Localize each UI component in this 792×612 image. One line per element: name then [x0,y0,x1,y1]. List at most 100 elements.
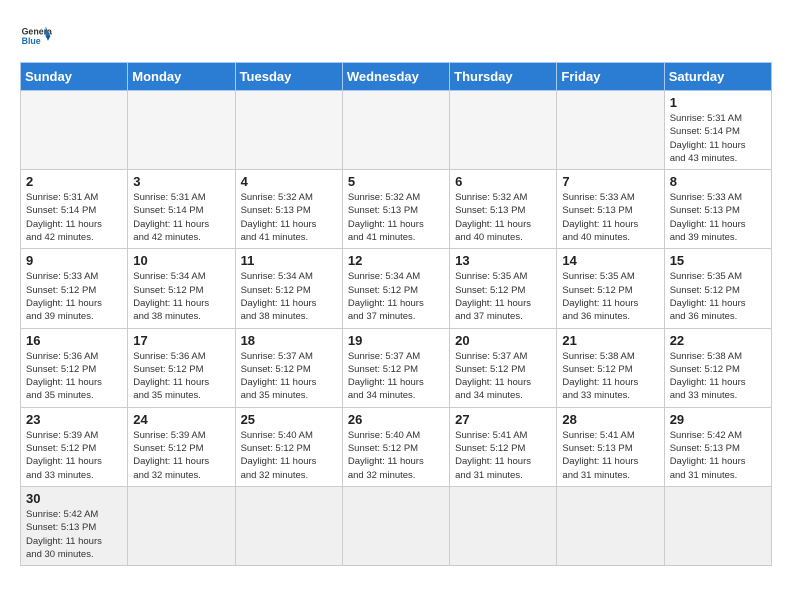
calendar-cell: 8Sunrise: 5:33 AM Sunset: 5:13 PM Daylig… [664,170,771,249]
weekday-header-sunday: Sunday [21,63,128,91]
day-info: Sunrise: 5:33 AM Sunset: 5:13 PM Dayligh… [562,191,658,244]
calendar-cell: 29Sunrise: 5:42 AM Sunset: 5:13 PM Dayli… [664,407,771,486]
day-number: 4 [241,174,337,189]
day-number: 13 [455,253,551,268]
day-number: 17 [133,333,229,348]
day-info: Sunrise: 5:31 AM Sunset: 5:14 PM Dayligh… [670,112,766,165]
day-info: Sunrise: 5:35 AM Sunset: 5:12 PM Dayligh… [670,270,766,323]
day-number: 30 [26,491,122,506]
logo-icon: General Blue [20,20,52,52]
calendar-cell: 2 Sunrise: 5:31 AM Sunset: 5:14 PM Daylig… [21,170,128,249]
calendar-cell [450,91,557,170]
day-info: Sunrise: 5:32 AM Sunset: 5:13 PM Dayligh… [455,191,551,244]
day-number: 1 [670,95,766,110]
day-info: Sunrise: 5:38 AM Sunset: 5:12 PM Dayligh… [562,350,658,403]
calendar-cell [557,91,664,170]
day-number: 5 [348,174,444,189]
day-number: 11 [241,253,337,268]
logo: General Blue [20,20,52,52]
day-info: Sunrise: 5:33 AM Sunset: 5:13 PM Dayligh… [670,191,766,244]
day-number: 21 [562,333,658,348]
calendar-table: SundayMondayTuesdayWednesdayThursdayFrid… [20,62,772,566]
calendar-cell: 1 Sunrise: 5:31 AM Sunset: 5:14 PM Daylig… [664,91,771,170]
day-info: Sunrise: 5:40 AM Sunset: 5:12 PM Dayligh… [241,429,337,482]
day-info: Sunrise: 5:31 AM Sunset: 5:14 PM Dayligh… [133,191,229,244]
calendar-cell [342,486,449,565]
day-info: Sunrise: 5:40 AM Sunset: 5:12 PM Dayligh… [348,429,444,482]
calendar-cell: 24 Sunrise: 5:39 AM Sunset: 5:12 PM Dayli… [128,407,235,486]
calendar-cell: 7 Sunrise: 5:33 AM Sunset: 5:13 PM Daylig… [557,170,664,249]
calendar-cell: 22Sunrise: 5:38 AM Sunset: 5:12 PM Dayli… [664,328,771,407]
day-number: 10 [133,253,229,268]
day-number: 19 [348,333,444,348]
calendar-cell [450,486,557,565]
calendar-cell: 21 Sunrise: 5:38 AM Sunset: 5:12 PM Dayli… [557,328,664,407]
day-info: Sunrise: 5:33 AM Sunset: 5:12 PM Dayligh… [26,270,122,323]
day-info: Sunrise: 5:39 AM Sunset: 5:12 PM Dayligh… [133,429,229,482]
day-number: 15 [670,253,766,268]
day-info: Sunrise: 5:36 AM Sunset: 5:12 PM Dayligh… [26,350,122,403]
calendar-cell: 6 Sunrise: 5:32 AM Sunset: 5:13 PM Daylig… [450,170,557,249]
day-info: Sunrise: 5:36 AM Sunset: 5:12 PM Dayligh… [133,350,229,403]
day-number: 16 [26,333,122,348]
day-info: Sunrise: 5:35 AM Sunset: 5:12 PM Dayligh… [562,270,658,323]
calendar-cell: 16 Sunrise: 5:36 AM Sunset: 5:12 PM Dayli… [21,328,128,407]
day-info: Sunrise: 5:34 AM Sunset: 5:12 PM Dayligh… [348,270,444,323]
day-number: 7 [562,174,658,189]
day-number: 26 [348,412,444,427]
calendar-cell: 13 Sunrise: 5:35 AM Sunset: 5:12 PM Dayli… [450,249,557,328]
weekday-header-monday: Monday [128,63,235,91]
svg-text:Blue: Blue [22,36,41,46]
day-number: 29 [670,412,766,427]
day-number: 28 [562,412,658,427]
calendar-cell: 12 Sunrise: 5:34 AM Sunset: 5:12 PM Dayli… [342,249,449,328]
calendar-cell [128,91,235,170]
calendar-cell: 9 Sunrise: 5:33 AM Sunset: 5:12 PM Daylig… [21,249,128,328]
calendar-cell: 17 Sunrise: 5:36 AM Sunset: 5:12 PM Dayli… [128,328,235,407]
day-number: 14 [562,253,658,268]
day-info: Sunrise: 5:39 AM Sunset: 5:12 PM Dayligh… [26,429,122,482]
weekday-header-friday: Friday [557,63,664,91]
calendar-cell: 4 Sunrise: 5:32 AM Sunset: 5:13 PM Daylig… [235,170,342,249]
weekday-header-thursday: Thursday [450,63,557,91]
calendar-cell: 30 Sunrise: 5:42 AM Sunset: 5:13 PM Dayli… [21,486,128,565]
day-info: Sunrise: 5:37 AM Sunset: 5:12 PM Dayligh… [348,350,444,403]
calendar-cell: 10 Sunrise: 5:34 AM Sunset: 5:12 PM Dayli… [128,249,235,328]
day-number: 12 [348,253,444,268]
calendar-cell: 19 Sunrise: 5:37 AM Sunset: 5:12 PM Dayli… [342,328,449,407]
weekday-header-tuesday: Tuesday [235,63,342,91]
day-info: Sunrise: 5:34 AM Sunset: 5:12 PM Dayligh… [133,270,229,323]
day-info: Sunrise: 5:32 AM Sunset: 5:13 PM Dayligh… [241,191,337,244]
weekday-header-wednesday: Wednesday [342,63,449,91]
day-info: Sunrise: 5:31 AM Sunset: 5:14 PM Dayligh… [26,191,122,244]
calendar-cell: 23 Sunrise: 5:39 AM Sunset: 5:12 PM Dayli… [21,407,128,486]
day-info: Sunrise: 5:37 AM Sunset: 5:12 PM Dayligh… [455,350,551,403]
day-info: Sunrise: 5:32 AM Sunset: 5:13 PM Dayligh… [348,191,444,244]
day-info: Sunrise: 5:41 AM Sunset: 5:12 PM Dayligh… [455,429,551,482]
weekday-header-saturday: Saturday [664,63,771,91]
day-number: 27 [455,412,551,427]
day-number: 2 [26,174,122,189]
day-number: 25 [241,412,337,427]
day-info: Sunrise: 5:42 AM Sunset: 5:13 PM Dayligh… [26,508,122,561]
calendar-cell: 27 Sunrise: 5:41 AM Sunset: 5:12 PM Dayli… [450,407,557,486]
day-number: 22 [670,333,766,348]
calendar-cell [557,486,664,565]
day-info: Sunrise: 5:35 AM Sunset: 5:12 PM Dayligh… [455,270,551,323]
day-number: 23 [26,412,122,427]
calendar-cell: 20 Sunrise: 5:37 AM Sunset: 5:12 PM Dayli… [450,328,557,407]
calendar-cell: 3 Sunrise: 5:31 AM Sunset: 5:14 PM Daylig… [128,170,235,249]
calendar-cell: 25 Sunrise: 5:40 AM Sunset: 5:12 PM Dayli… [235,407,342,486]
calendar-cell [235,91,342,170]
day-number: 6 [455,174,551,189]
day-number: 3 [133,174,229,189]
day-number: 20 [455,333,551,348]
day-info: Sunrise: 5:41 AM Sunset: 5:13 PM Dayligh… [562,429,658,482]
day-number: 24 [133,412,229,427]
calendar-cell [664,486,771,565]
calendar-cell: 14 Sunrise: 5:35 AM Sunset: 5:12 PM Dayli… [557,249,664,328]
calendar-cell: 18Sunrise: 5:37 AM Sunset: 5:12 PM Dayli… [235,328,342,407]
calendar-cell: 15 Sunrise: 5:35 AM Sunset: 5:12 PM Dayli… [664,249,771,328]
calendar-cell [342,91,449,170]
day-number: 9 [26,253,122,268]
